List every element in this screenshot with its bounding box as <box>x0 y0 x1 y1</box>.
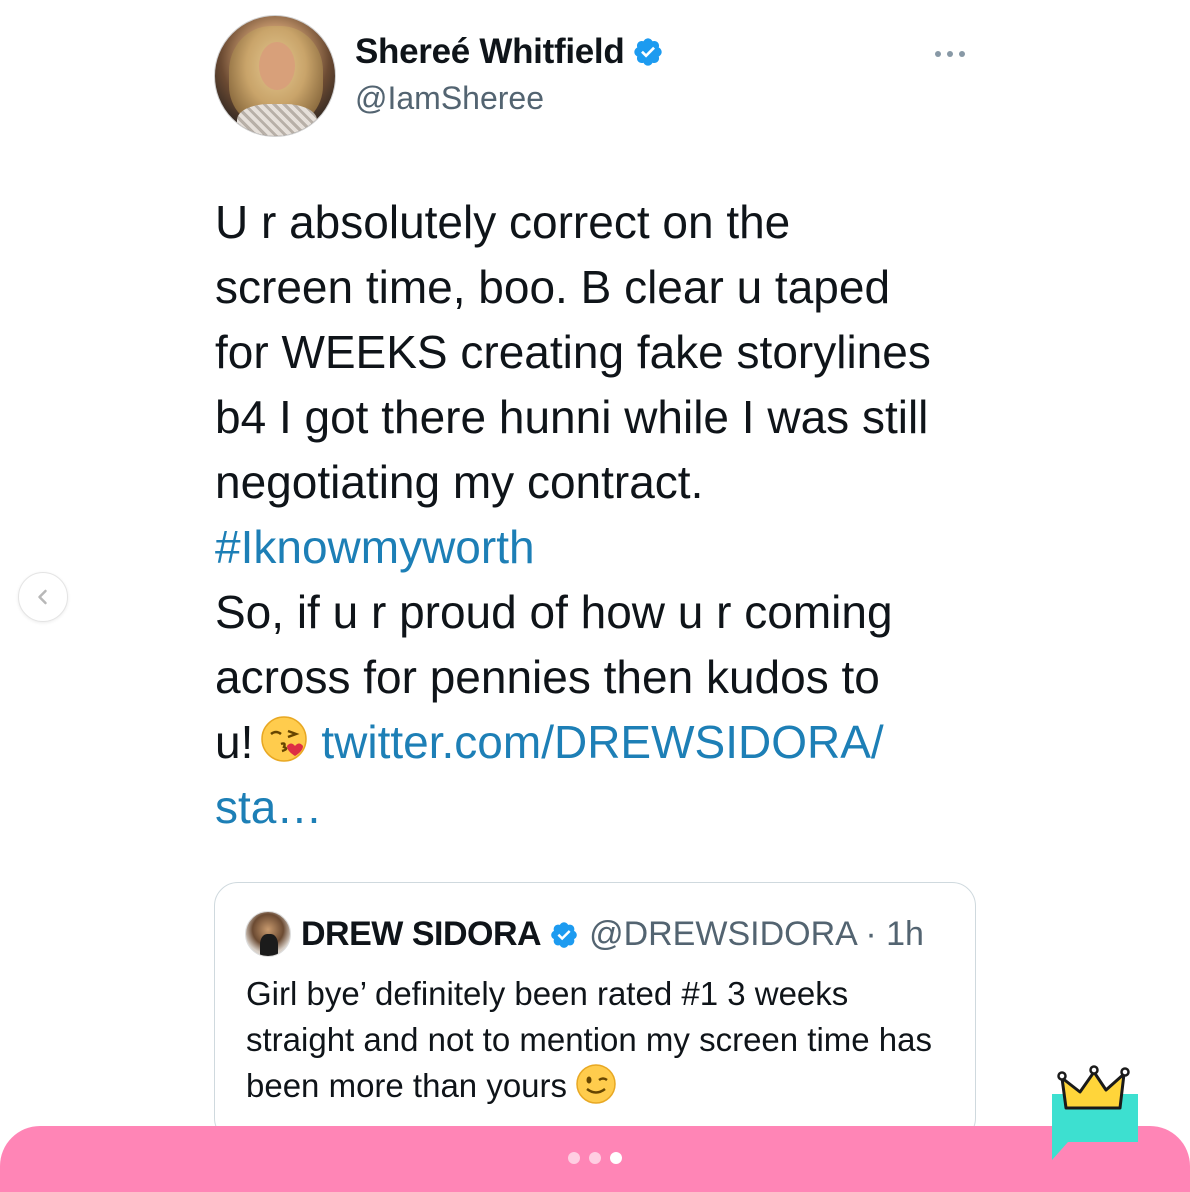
chevron-left-icon <box>38 589 47 605</box>
hashtag-link[interactable]: #Iknowmyworth <box>215 521 535 573</box>
author-handle[interactable]: @IamSheree <box>355 80 544 117</box>
verified-badge-icon <box>634 38 663 66</box>
quoted-tweet-header: DREW SIDORA @DREWSIDORA · 1h <box>301 915 924 954</box>
previous-slide-button[interactable] <box>18 572 68 622</box>
quoted-tweet-card[interactable]: DREW SIDORA @DREWSIDORA · 1h Girl bye’ d… <box>214 882 976 1142</box>
quoted-author-handle-time[interactable]: @DREWSIDORA · 1h <box>589 915 924 954</box>
quoted-tweet-link-part2[interactable]: sta… <box>215 781 322 833</box>
quoted-author-name[interactable]: DREW SIDORA <box>301 915 542 954</box>
author-avatar[interactable] <box>214 15 336 137</box>
author-display-name[interactable]: Shereé Whitfield <box>355 32 625 72</box>
tweet-post: Shereé Whitfield @IamSheree U r absolute… <box>0 0 1190 1192</box>
tweet-text: U r absolutely correct on the screen tim… <box>215 190 995 840</box>
quoted-tweet-text: Girl bye’ definitely been rated #1 3 wee… <box>246 971 946 1109</box>
more-options-icon[interactable] <box>935 44 975 64</box>
author-name-row: Shereé Whitfield <box>355 32 664 72</box>
tweet-text-part1: U r absolutely correct on the screen tim… <box>215 196 931 508</box>
crown-sticker-icon <box>1052 1065 1138 1160</box>
carousel-dot[interactable] <box>610 1152 622 1164</box>
carousel-dot[interactable] <box>568 1152 580 1164</box>
carousel-dot[interactable] <box>589 1152 601 1164</box>
verified-badge-icon <box>551 921 577 948</box>
quoted-tweet-link-part1[interactable]: twitter.com/DREWSIDORA/ <box>321 716 883 768</box>
quoted-author-avatar[interactable] <box>245 911 291 957</box>
winking-face-emoji-icon <box>576 1064 616 1104</box>
kissing-face-emoji-icon <box>261 716 308 762</box>
carousel-pagination-dots <box>568 1152 622 1164</box>
